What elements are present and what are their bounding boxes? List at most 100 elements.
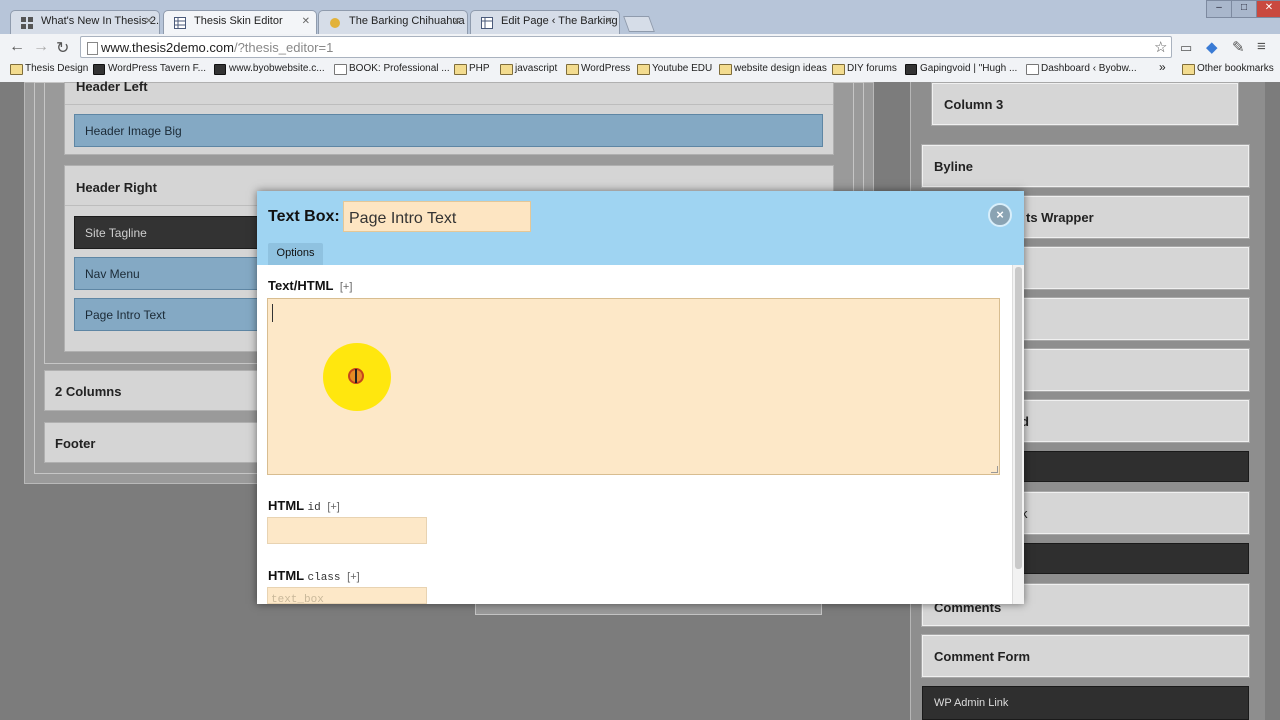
tab-edit-page[interactable]: Edit Page ‹ The Barking Ch ✕ (470, 10, 620, 35)
bookmark-label: Youtube EDU (652, 63, 713, 74)
expand-toggle[interactable]: [+] (340, 281, 353, 293)
footer-box[interactable]: Footer (44, 422, 258, 463)
footer-label: Footer (55, 436, 96, 451)
bookmark-label: DIY forums (847, 63, 897, 74)
modal-scrollbar[interactable] (1012, 265, 1024, 604)
label-text: HTML (268, 568, 304, 583)
html-class-input[interactable]: text_box (267, 587, 427, 604)
bookmark-item[interactable]: Gapingvoid | "Hugh ... (905, 63, 1017, 75)
bookmark-item[interactable]: BOOK: Professional ... (334, 63, 450, 75)
bookmark-item[interactable]: Youtube EDU (637, 63, 713, 75)
bookmark-label: www.byobwebsite.c... (229, 63, 325, 74)
tab-whats-new[interactable]: What's New In Thesis 2.0? ✕ (10, 10, 160, 35)
expand-toggle[interactable]: [+] (327, 501, 340, 513)
bookmark-item[interactable]: www.byobwebsite.c... (214, 63, 325, 75)
bookmark-item[interactable]: WordPress (566, 63, 631, 75)
menu-icon[interactable]: ≡ (1257, 38, 1266, 55)
bookmark-label: Dashboard ‹ Byobw... (1041, 63, 1137, 74)
bookmark-label: Thesis Design (25, 63, 89, 74)
bookmark-label: WordPress Tavern F... (108, 63, 206, 74)
forward-icon[interactable]: → (33, 38, 49, 56)
bookmark-label: website design ideas (734, 63, 827, 74)
reload-icon[interactable]: ↻ (56, 38, 69, 58)
folder-icon (1182, 64, 1195, 75)
box-name-input[interactable] (343, 201, 531, 232)
tab-thesis-skin-editor[interactable]: Thesis Skin Editor ✕ (163, 10, 317, 35)
pen-icon[interactable]: ✎ (1232, 38, 1245, 56)
bookmark-item[interactable]: PHP (454, 63, 490, 75)
folder-icon (566, 64, 579, 75)
tab-label: Edit Page ‹ The Barking Ch (501, 15, 619, 27)
text-html-label: Text/HTML [+] (268, 278, 352, 293)
bookmark-label: WordPress (581, 63, 631, 74)
header-image-block[interactable]: Header Image Big (74, 114, 823, 147)
close-window-button[interactable]: ✕ (1256, 0, 1280, 18)
bookmark-item[interactable]: DIY forums (832, 63, 897, 75)
site-tagline-block[interactable]: Site Tagline (74, 216, 258, 249)
label-text: HTML (268, 498, 304, 513)
html-id-input[interactable] (267, 517, 427, 544)
folder-icon (500, 64, 513, 75)
expand-toggle[interactable]: [+] (347, 571, 360, 583)
tab-barking-chihuahua[interactable]: The Barking Chihuahua Co ✕ (318, 10, 468, 35)
url-host: www.thesis2demo.com (101, 40, 234, 55)
close-tab-icon[interactable]: ✕ (453, 16, 461, 27)
bookmark-item[interactable]: WordPress Tavern F... (93, 63, 206, 75)
bookmark-label: BOOK: Professional ... (349, 63, 450, 74)
site-icon (214, 64, 226, 75)
adobe-icon (334, 64, 347, 75)
new-tab-button[interactable] (623, 16, 655, 32)
folder-icon (719, 64, 732, 75)
label-code: id (307, 502, 321, 514)
tab-label: Thesis Skin Editor (194, 15, 283, 27)
url-path: /?thesis_editor=1 (233, 40, 334, 55)
bookmark-label: PHP (469, 63, 490, 74)
html-class-label: HTML class [+] (268, 568, 360, 584)
comment-form-box[interactable]: Comment Form (921, 634, 1250, 678)
page-icon (1026, 64, 1039, 75)
extension-icon[interactable]: ◆ (1206, 38, 1218, 56)
column3-box[interactable]: Column 3 (931, 82, 1239, 126)
table-icon (481, 17, 493, 29)
box-below-modal (475, 604, 822, 615)
bookmark-item[interactable]: javascript (500, 63, 557, 75)
scrollbar-thumb[interactable] (1015, 267, 1022, 569)
bookmark-label: Other bookmarks (1197, 63, 1274, 74)
text-cursor-icon (355, 369, 357, 383)
close-tab-icon[interactable]: ✕ (145, 16, 153, 27)
page-intro-block[interactable]: Page Intro Text (74, 298, 258, 331)
bookmark-item[interactable]: Dashboard ‹ Byobw... (1026, 63, 1137, 75)
star-icon[interactable]: ☆ (1154, 38, 1167, 56)
address-bar[interactable]: www.thesis2demo.com/?thesis_editor=1 (80, 36, 1172, 58)
folder-icon (454, 64, 467, 75)
folder-icon (10, 64, 23, 75)
byline-box[interactable]: Byline (921, 144, 1250, 188)
minimize-button[interactable]: – (1206, 0, 1232, 18)
resize-handle[interactable] (991, 466, 998, 473)
bookmarks-overflow[interactable]: » (1159, 60, 1166, 74)
folder-icon (832, 64, 845, 75)
maximize-button[interactable]: □ (1231, 0, 1257, 18)
close-tab-icon[interactable]: ✕ (605, 16, 613, 27)
tab-options[interactable]: Options (268, 243, 323, 265)
grid-icon (21, 17, 33, 29)
other-bookmarks[interactable]: Other bookmarks (1182, 63, 1274, 75)
close-tab-icon[interactable]: ✕ (302, 16, 310, 27)
paw-icon (329, 17, 341, 29)
two-columns-box[interactable]: 2 Columns (44, 370, 258, 411)
text-caret (272, 304, 273, 322)
site-icon (93, 64, 105, 75)
divider (65, 104, 833, 105)
html-id-label: HTML id [+] (268, 498, 340, 514)
label-text: Text/HTML (268, 278, 334, 293)
bookmark-item[interactable]: Thesis Design (10, 63, 89, 75)
back-icon[interactable]: ← (9, 38, 25, 56)
header-right-label: Header Right (76, 180, 157, 195)
nav-menu-block[interactable]: Nav Menu (74, 257, 258, 290)
bookmark-item[interactable]: website design ideas (719, 63, 827, 75)
close-icon[interactable]: × (988, 203, 1012, 227)
header-left-label: Header Left (76, 79, 148, 94)
wp-admin-link-block[interactable]: WP Admin Link (922, 686, 1249, 720)
screen-icon[interactable]: ▭ (1180, 40, 1192, 56)
table-icon (174, 17, 186, 29)
